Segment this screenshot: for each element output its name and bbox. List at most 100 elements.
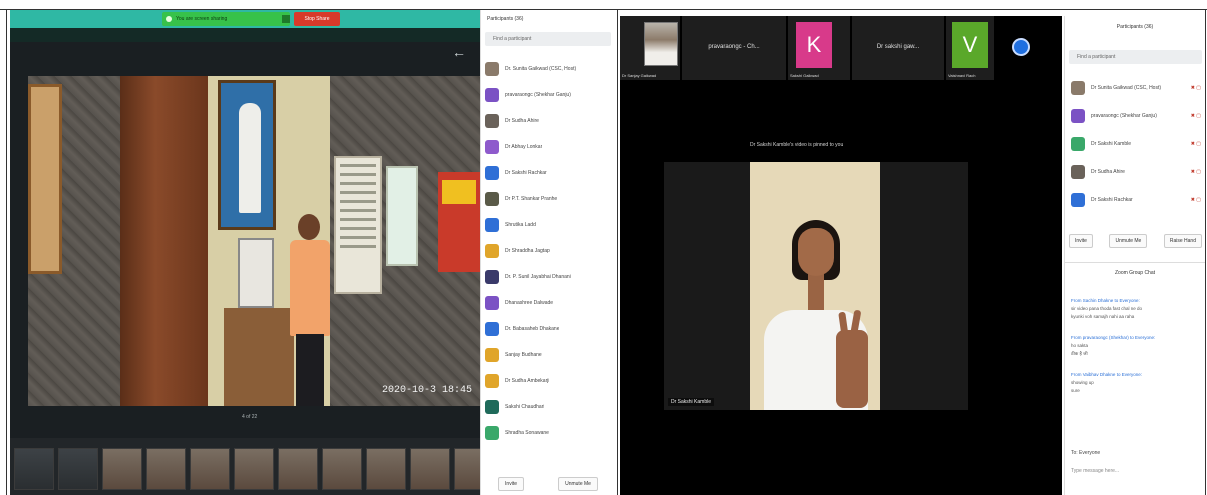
thumbnail[interactable] <box>102 448 142 490</box>
participant-row[interactable]: pravaraongc (Shekhar Ganju) <box>485 82 613 108</box>
photo-timestamp: 2020-10-3 18:45 <box>381 385 472 396</box>
thumbnail[interactable] <box>410 448 450 490</box>
participant-row[interactable]: Dr. Sunita Gaikwad (CSC, Host) <box>485 56 613 82</box>
notice-board <box>334 156 382 294</box>
participant-row[interactable]: Dr. Babasaheb Dhakane <box>485 316 613 342</box>
participants-title: Participants (36) <box>487 16 524 22</box>
participant-search-input[interactable]: Find a participant <box>1069 50 1202 64</box>
avatar <box>1071 81 1085 95</box>
unmute-button[interactable]: Unmute Me <box>558 476 598 491</box>
participant-name: Dhanashree Dalwade <box>505 300 554 306</box>
video-tile[interactable]: Dr Sanjay Gaikwad <box>620 16 680 80</box>
thumbnail[interactable] <box>278 448 318 490</box>
chat-text: sure <box>1071 388 1080 393</box>
chat-recipient-select[interactable]: To: Everyone <box>1071 450 1100 456</box>
speaker-frame <box>750 162 880 410</box>
right-side-panel: Participants (36) Find a participant Dr … <box>1064 16 1205 495</box>
chat-text: ho sakta <box>1071 343 1089 348</box>
stop-share-button[interactable]: Stop Share <box>294 12 340 26</box>
participant-row[interactable]: Dr Sudha Ambekarji <box>485 368 613 394</box>
chat-sender: From pravaraongc (Shekhar) to Everyone: <box>1071 335 1156 340</box>
participant-list: Dr. Sunita Gaikwad (CSC, Host) pravaraong… <box>485 56 613 446</box>
video-tile[interactable]: pravaraongc - Ch... <box>682 16 786 80</box>
thumbnail[interactable] <box>454 448 480 490</box>
thumbnail[interactable] <box>58 448 98 490</box>
back-arrow-icon[interactable]: ← <box>452 44 466 60</box>
participant-name: Dr P.T. Shankar Pranhe <box>505 196 558 202</box>
left-zoom-window: You are screen sharing Stop Share ← 2020… <box>10 10 480 495</box>
participant-name: Dr Shraddha Jagtap <box>505 248 550 254</box>
avatar <box>485 218 499 232</box>
participant-row[interactable]: pravaraongc (Shekhar Ganju) ✖ ▢ <box>1071 102 1201 130</box>
mic-video-status-icon[interactable]: ✖ ▢ <box>1191 197 1201 203</box>
mic-video-status-icon[interactable]: ✖ ▢ <box>1191 169 1201 175</box>
chat-message: From Sachin Dhakne to Everyone: sir video… <box>1071 298 1201 321</box>
thumbnail[interactable] <box>190 448 230 490</box>
mic-video-status-icon[interactable]: ✖ ▢ <box>1191 85 1201 91</box>
photo-counter: 4 of 22 <box>242 414 258 420</box>
invite-button[interactable]: Invite <box>498 476 524 491</box>
unmute-button[interactable]: Unmute Me <box>1109 234 1148 248</box>
tile-caption: Dr Sanjay Gaikwad <box>622 73 657 78</box>
participant-name: Dr Abhay Lonkar <box>505 144 543 150</box>
participant-row[interactable]: Dr Sakshi Kamble ✖ ▢ <box>1071 130 1201 158</box>
participant-row[interactable]: Shradha Sonawane <box>485 420 613 446</box>
chat-sender: From Vaibhav Dhakne to Everyone: <box>1071 372 1142 377</box>
participant-row[interactable]: Sakshi Chaudhari <box>485 394 613 420</box>
video-tile[interactable]: V Vaishnavi Rach <box>946 16 994 80</box>
raise-hand-button[interactable]: Raise Hand <box>1163 234 1202 248</box>
participant-name: pravaraongc (Shekhar Ganju) <box>1091 113 1157 119</box>
participant-row[interactable]: Dr Abhay Lonkar <box>485 134 613 160</box>
participant-name: Dr Sunita Gaikwad (CSC, Host) <box>1091 85 1162 91</box>
thumbnail[interactable] <box>322 448 362 490</box>
speaker-video: Dr Sakshi Kamble <box>664 162 968 410</box>
participant-name: Sanjay Budhane <box>505 352 542 358</box>
participant-row[interactable]: Dr Sudha Ahire <box>485 108 613 134</box>
participant-row[interactable]: Dr Sakshi Rachkar <box>485 160 613 186</box>
participant-row[interactable]: Dhanashree Dalwade <box>485 290 613 316</box>
left-wall-frame <box>28 84 62 274</box>
participant-row[interactable]: Dr Sunita Gaikwad (CSC, Host) ✖ ▢ <box>1071 74 1201 102</box>
more-tiles-icon[interactable] <box>1012 38 1030 56</box>
participant-row[interactable]: Dr P.T. Shankar Pranhe <box>485 186 613 212</box>
tile-caption: Sakshi Gaikwad <box>790 73 819 78</box>
participant-row[interactable]: Shrutika Ladd <box>485 212 613 238</box>
participant-name: Dr Sakshi Rachkar <box>505 170 547 176</box>
avatar <box>1071 137 1085 151</box>
participant-row[interactable]: Dr Sudha Ahire ✖ ▢ <box>1071 158 1201 186</box>
participant-row[interactable]: Sanjay Budhane <box>485 342 613 368</box>
tile-name: pravaraongc - Ch... <box>708 44 760 50</box>
small-photo-frame <box>238 238 274 308</box>
invite-button[interactable]: Invite <box>1069 234 1093 248</box>
participant-row[interactable]: Dr Shraddha Jagtap <box>485 238 613 264</box>
left-border <box>6 9 7 495</box>
participant-name: Shradha Sonawane <box>505 430 549 436</box>
chat-text: sir video pana thoda fast chal ne do <box>1071 306 1143 311</box>
thumbnail[interactable] <box>366 448 406 490</box>
participant-search-input[interactable]: Find a participant <box>485 32 611 46</box>
video-tile[interactable]: Dr sakshi gaw... <box>852 16 944 80</box>
notice-board-2 <box>386 166 418 266</box>
chat-divider <box>1065 262 1205 263</box>
thumbnail[interactable] <box>146 448 186 490</box>
portrait-figure <box>239 103 261 213</box>
chat-input[interactable]: Type message here... <box>1071 468 1199 482</box>
mic-video-status-icon[interactable]: ✖ ▢ <box>1191 141 1201 147</box>
red-sign <box>438 172 480 272</box>
avatar <box>485 88 499 102</box>
pause-share-icon[interactable] <box>282 15 290 23</box>
avatar <box>485 322 499 336</box>
avatar <box>485 426 499 440</box>
thumbnail[interactable] <box>14 448 54 490</box>
participant-name: Dr Sakshi Rachkar <box>1091 197 1133 203</box>
thumbnail-strip <box>10 438 480 495</box>
chat-message: From Vaibhav Dhakne to Everyone: showing … <box>1071 372 1201 395</box>
participant-row[interactable]: Dr Sakshi Rachkar ✖ ▢ <box>1071 186 1201 214</box>
video-tile[interactable]: K Sakshi Gaikwad <box>788 16 850 80</box>
avatar <box>485 348 499 362</box>
mic-video-status-icon[interactable]: ✖ ▢ <box>1191 113 1201 119</box>
participant-row[interactable]: Dr. P. Sunil Jayabhai Dhanani <box>485 264 613 290</box>
screen-share-bar[interactable]: You are screen sharing <box>162 12 290 26</box>
avatar <box>1071 193 1085 207</box>
thumbnail[interactable] <box>234 448 274 490</box>
